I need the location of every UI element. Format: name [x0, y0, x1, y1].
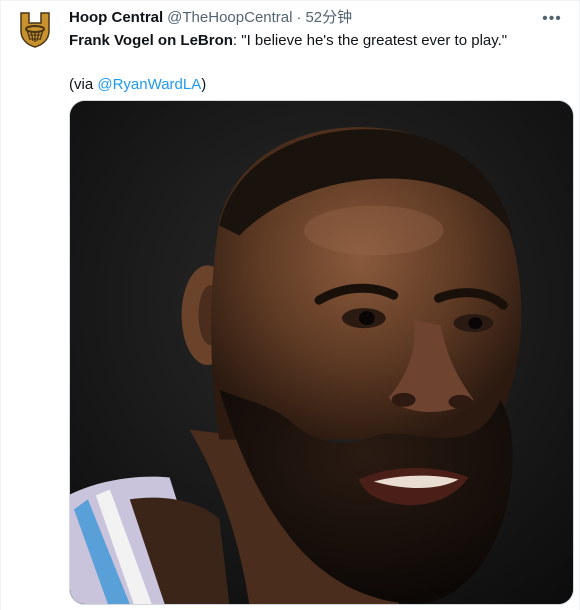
- tweet-text: Frank Vogel on LeBron: "I believe he's t…: [69, 30, 565, 96]
- more-horizontal-icon: •••: [542, 10, 562, 27]
- tweet-timestamp[interactable]: 52分钟: [305, 8, 352, 28]
- more-options-button[interactable]: •••: [537, 8, 567, 30]
- tweet-text-spacer: [69, 52, 565, 74]
- via-suffix: ): [201, 76, 207, 93]
- tweet-body: Hoop Central @TheHoopCentral · 52分钟 ••• …: [69, 8, 565, 96]
- via-prefix: (via: [69, 76, 98, 93]
- tweet-photo[interactable]: [69, 100, 574, 605]
- author-handle[interactable]: @TheHoopCentral: [167, 8, 292, 28]
- tweet-card[interactable]: Hoop Central @TheHoopCentral · 52分钟 ••• …: [0, 0, 580, 610]
- author-display-name[interactable]: Hoop Central: [69, 8, 163, 28]
- separator-dot: ·: [296, 9, 302, 26]
- hoop-central-logo-icon: [20, 12, 50, 48]
- player-closeup-photo: [70, 101, 573, 604]
- avatar[interactable]: [15, 9, 55, 49]
- tweet-text-line-1: Frank Vogel on LeBron: "I believe he's t…: [69, 30, 565, 52]
- tweet-text-quote: : "I believe he's the greatest ever to p…: [232, 32, 508, 49]
- tweet-text-line-2: (via @RyanWardLA): [69, 74, 565, 96]
- tweet-header: Hoop Central @TheHoopCentral · 52分钟: [69, 8, 565, 28]
- mention-link[interactable]: @RyanWardLA: [97, 76, 201, 93]
- tweet-text-bold: Frank Vogel on LeBron: [69, 32, 233, 49]
